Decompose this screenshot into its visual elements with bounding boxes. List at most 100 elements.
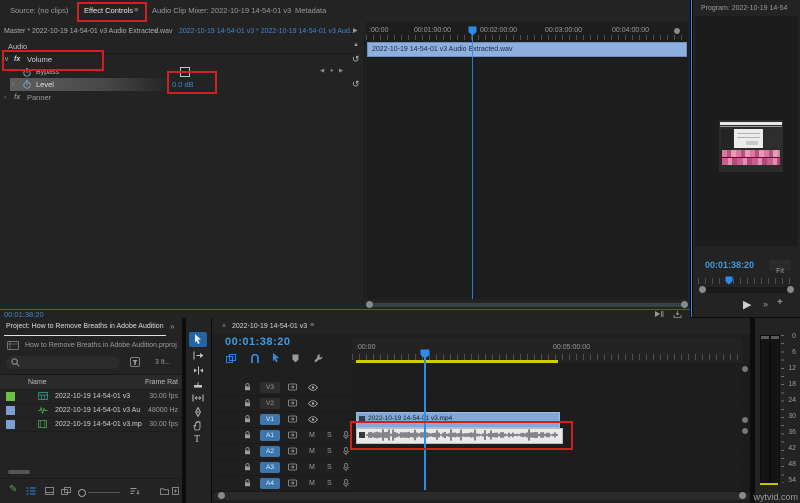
next-keyframe-icon[interactable]: ▶ (339, 68, 343, 74)
tab-metadata[interactable]: Metadata (295, 6, 326, 15)
panel-menu-icon[interactable]: ≡ (134, 5, 138, 14)
level-expand-icon[interactable]: › (12, 80, 14, 89)
timeline-menu-icon[interactable]: ≡ (310, 321, 314, 330)
program-scrollbar-left-handle[interactable] (699, 286, 706, 293)
tab-sequence[interactable]: 2022-10-19 14-54-01 v3 (232, 322, 307, 331)
mute-button[interactable]: M (309, 479, 315, 488)
ec-zoom-handle[interactable] (674, 28, 680, 34)
solo-button[interactable]: S (327, 447, 332, 456)
timeline-timecode[interactable]: 00:01:38:20 (225, 336, 290, 348)
bypass-checkbox[interactable] (180, 67, 190, 77)
fit-dropdown[interactable]: Fit (769, 260, 791, 275)
pen-tool[interactable] (194, 407, 202, 417)
previous-keyframe-icon[interactable]: ◀ (320, 68, 324, 74)
selection-tool[interactable] (189, 332, 207, 347)
ec-scroll-up-icon[interactable]: ▲ (353, 42, 359, 48)
volume-collapse-icon[interactable]: ∨ (4, 55, 9, 64)
column-header-name[interactable]: Name (28, 378, 47, 387)
filter-bin-icon[interactable] (130, 357, 140, 367)
tab-effect-controls[interactable]: Effect Controls (84, 6, 133, 15)
label-swatch-blue[interactable] (6, 420, 15, 429)
snap-magnet-icon[interactable] (250, 354, 260, 363)
track-select-tool[interactable] (193, 351, 204, 360)
voiceover-mic-icon[interactable] (343, 479, 349, 488)
volume-effect-label[interactable]: Volume (27, 55, 52, 64)
track-target-v2[interactable]: V2 (260, 398, 280, 409)
close-sequence-icon[interactable]: × (222, 322, 226, 331)
breadcrumb[interactable]: How to Remove Breaths in Adobe Audition.… (25, 341, 177, 350)
master-dropdown-icon[interactable]: ∨ (154, 27, 159, 36)
panner-expand-icon[interactable]: › (4, 93, 6, 102)
nest-sequence-icon[interactable] (226, 354, 236, 363)
panner-effect-label[interactable]: Panner (27, 93, 51, 102)
lock-icon[interactable] (244, 383, 251, 391)
track-target-a1[interactable]: A1 (260, 430, 280, 441)
video-scroll-handle[interactable] (742, 366, 748, 372)
audio-clip[interactable] (356, 428, 563, 444)
sort-icon[interactable] (130, 487, 140, 495)
mute-button[interactable]: M (309, 431, 315, 440)
track-target-v1[interactable]: V1 (260, 414, 280, 425)
track-target-a3[interactable]: A3 (260, 462, 280, 473)
video-clip[interactable]: 2022-10-19 14-54-01 v3.mp4 (356, 412, 560, 428)
sequence-clip-link[interactable]: 2022-10-19 14-54-01 v3 * 2022-10-19 14-5… (179, 27, 356, 36)
program-mini-ruler[interactable] (698, 278, 795, 284)
volume-reset-button[interactable]: ↺ (352, 54, 360, 65)
ec-audio-clip-bar[interactable]: 2022-10-19 14-54-01 v3 Audio Extracted.w… (367, 42, 687, 57)
lock-icon[interactable] (244, 463, 251, 471)
zoom-slider-track[interactable] (88, 492, 120, 493)
timeline-hscrollbar[interactable] (214, 492, 748, 500)
track-visibility-eye-icon[interactable] (308, 384, 318, 391)
program-scrollbar[interactable] (699, 287, 794, 293)
hand-tool[interactable] (193, 421, 203, 431)
new-bin-icon[interactable] (160, 487, 169, 495)
type-tool[interactable]: T (194, 434, 200, 445)
add-marker-icon[interactable] (292, 354, 299, 363)
track-target-a2[interactable]: A2 (260, 446, 280, 457)
ripple-edit-tool[interactable] (193, 366, 204, 375)
export-icon[interactable] (673, 310, 682, 318)
ec-zoom-scrollbar-left-handle[interactable] (366, 301, 373, 308)
tab-audio-clip-mixer[interactable]: Audio Clip Mixer: 2022-10-19 14-54-01 v3 (152, 6, 291, 15)
sync-lock-icon[interactable] (288, 463, 297, 471)
list-view-icon[interactable] (26, 487, 36, 495)
level-stopwatch-icon[interactable] (23, 80, 31, 89)
label-swatch-green[interactable] (6, 392, 15, 401)
linked-selection-icon[interactable] (272, 353, 280, 363)
project-row[interactable]: 2022-10-19 14-54-01 v3.mp 30.00 fps (0, 417, 182, 432)
solo-button[interactable]: S (327, 479, 332, 488)
new-item-icon[interactable] (172, 487, 179, 495)
lock-icon[interactable] (244, 479, 251, 487)
voiceover-mic-icon[interactable] (343, 431, 349, 440)
audio-scroll-handle-bottom[interactable] (742, 428, 748, 434)
timeline-vscroll-strip[interactable] (742, 363, 750, 490)
lock-icon[interactable] (244, 399, 251, 407)
tab-project[interactable]: Project: How to Remove Breaths in Adobe … (6, 323, 164, 330)
add-button-icon[interactable]: + (777, 297, 783, 308)
ec-zoom-scrollbar[interactable] (370, 303, 684, 307)
mute-button[interactable]: M (309, 447, 315, 456)
timeline-hscroll-left-handle[interactable] (218, 492, 225, 499)
master-clip-label[interactable]: Master * 2022-10-19 14-54-01 v3 Audio Ex… (4, 27, 173, 36)
project-row[interactable]: 2022-10-19 14-54-01 v3 Au 48000 Hz (0, 403, 182, 418)
search-input[interactable] (23, 357, 119, 369)
ec-playhead-line[interactable] (472, 35, 473, 299)
project-hscrollbar[interactable] (8, 470, 30, 474)
timeline-playhead-line[interactable] (424, 358, 426, 490)
lock-icon[interactable] (244, 431, 251, 439)
project-row[interactable]: 2022-10-19 14-54-01 v3 30.00 fps (0, 389, 182, 404)
solo-button[interactable]: S (327, 431, 332, 440)
level-value[interactable]: 0.0 dB (172, 80, 194, 89)
sync-lock-icon[interactable] (288, 399, 297, 407)
track-visibility-eye-icon[interactable] (308, 416, 318, 423)
sync-lock-icon[interactable] (288, 431, 297, 439)
play-around-icon[interactable] (654, 310, 664, 318)
project-home-icon[interactable] (7, 341, 19, 350)
track-target-a4[interactable]: A4 (260, 478, 280, 489)
lock-icon[interactable] (244, 447, 251, 455)
button-editor-icon[interactable]: » (763, 299, 768, 309)
voiceover-mic-icon[interactable] (343, 463, 349, 472)
mute-button[interactable]: M (309, 463, 315, 472)
play-button[interactable]: ▶ (743, 298, 751, 311)
bypass-stopwatch-icon[interactable] (23, 68, 31, 77)
